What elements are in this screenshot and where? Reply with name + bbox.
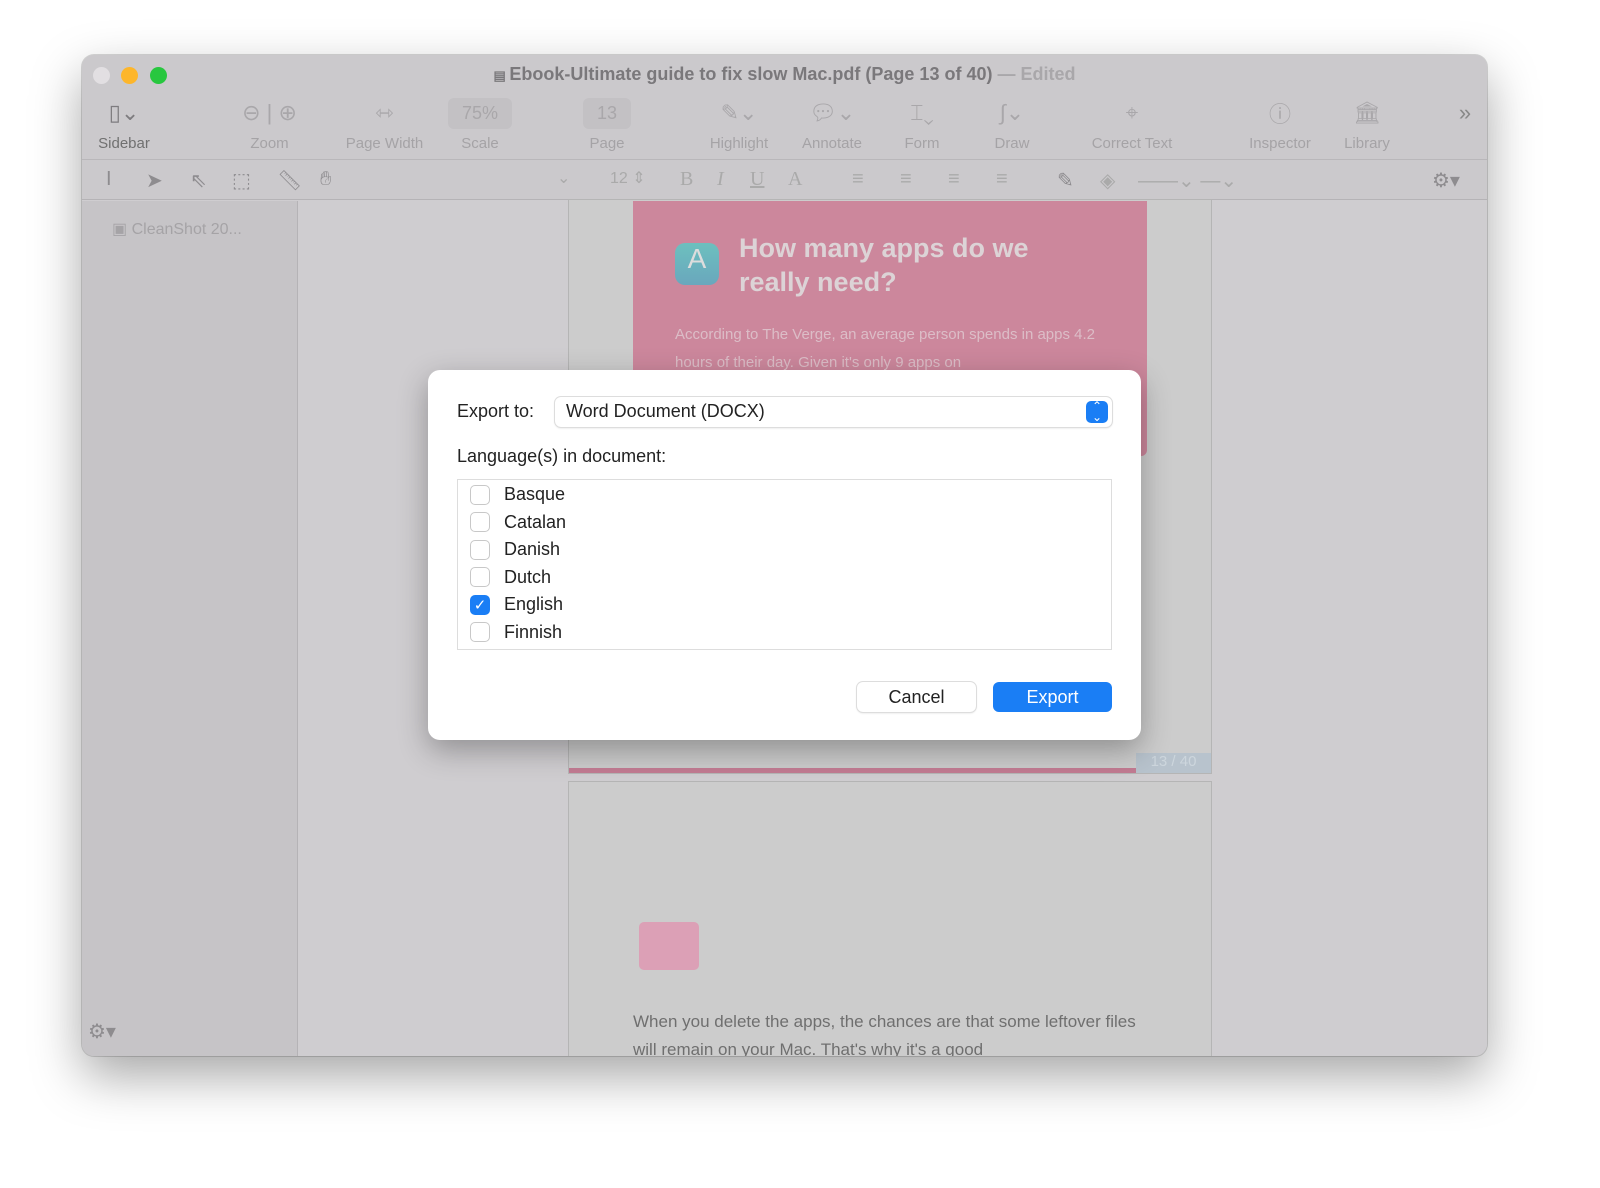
page-width-icon: ⇿ (375, 100, 394, 125)
cleanmymac-icon (639, 922, 699, 970)
chevrons-right-icon: » (1458, 100, 1472, 125)
speech-bubble-icon: 💬︎⌄ (808, 100, 856, 125)
ruler-icon[interactable]: 📏︎ (277, 168, 302, 193)
library-icon: 🏛︎ (1353, 100, 1381, 125)
language-label: English (504, 594, 564, 615)
pdf-page-14: When you delete the apps, the chances ar… (568, 781, 1212, 1056)
export-format-select[interactable]: Word Document (DOCX) ⌃ ⌄ (555, 397, 1112, 427)
language-item[interactable]: Catalan (458, 509, 1111, 537)
fill-icon[interactable]: ◈ (1100, 168, 1115, 193)
marquee-icon[interactable]: ⬚ (232, 168, 251, 193)
more-button[interactable]: » (1450, 95, 1480, 131)
align-right-icon[interactable]: ≡ (948, 168, 960, 191)
language-label: Danish (504, 539, 561, 560)
stepper-chevrons-icon: ⌃ ⌄ (1086, 400, 1108, 423)
language-label: Finnish (504, 621, 563, 642)
language-item[interactable]: Finnish (458, 619, 1111, 647)
export-button[interactable]: Export (993, 682, 1112, 712)
checkbox[interactable] (470, 512, 490, 533)
titlebar: ▤ Ebook-Ultimate guide to fix slow Mac.p… (82, 55, 1487, 160)
sidebar-gear-icon[interactable]: ⚙▾ (88, 1019, 116, 1044)
language-list[interactable]: Basque Catalan Danish Dutch ✓ English Finnish (457, 479, 1112, 650)
bold-button[interactable]: B (680, 168, 693, 191)
arrow-icon[interactable]: ➤ (146, 168, 163, 193)
language-item[interactable]: Danish (458, 536, 1111, 564)
checkbox[interactable] (470, 484, 490, 505)
align-center-icon[interactable]: ≡ (900, 168, 912, 191)
gear-icon[interactable]: ⚙▾ (1432, 168, 1460, 193)
info-icon: ⓘ (1268, 102, 1291, 127)
sidebar-item[interactable]: ▣ CleanShot 20... (112, 219, 242, 239)
scale-field[interactable]: 75% Scale (444, 95, 516, 152)
text-cursor-icon[interactable]: I (106, 168, 112, 191)
language-item[interactable]: Basque (458, 481, 1111, 509)
font-dropdown-chevron-icon[interactable]: ⌄ (557, 168, 570, 188)
inspector-button[interactable]: ⓘ Inspector (1240, 95, 1320, 152)
cancel-button[interactable]: Cancel (857, 682, 976, 712)
app-store-icon: A (675, 243, 719, 285)
hand-icon[interactable]: ✋︎ (320, 168, 331, 191)
language-item[interactable]: Dutch (458, 564, 1111, 592)
checkbox[interactable] (470, 567, 490, 588)
annotate-button[interactable]: 💬︎⌄ Annotate (792, 95, 872, 152)
sidebar-button[interactable]: ▯⌄ Sidebar (94, 95, 154, 152)
window-title: ▤ Ebook-Ultimate guide to fix slow Mac.p… (493, 64, 1076, 84)
image-icon: ▣ (112, 221, 128, 238)
checkbox[interactable] (470, 539, 490, 560)
page-field[interactable]: 13 Page (572, 95, 642, 152)
align-left-icon[interactable]: ≡ (852, 168, 864, 191)
font-size-stepper[interactable]: 12 ⇕ (610, 168, 646, 188)
sidebar: ▣ CleanShot 20... ⚙▾ (82, 201, 298, 1056)
library-button[interactable]: 🏛︎ Library (1332, 95, 1402, 152)
export-dialog: Export to: Word Document (DOCX) ⌃ ⌄ Langu… (428, 370, 1141, 740)
italic-button[interactable]: I (717, 168, 724, 191)
document-icon: ▤ (493, 68, 510, 83)
highlighter-icon: ✎⌄ (720, 100, 758, 125)
zoom-icons: ⊖ | ⊕ (242, 100, 297, 125)
sidebar-icon: ▯⌄ (108, 100, 140, 125)
pointer-icon[interactable]: ⇖ (190, 168, 207, 193)
underline-button[interactable]: U (750, 168, 764, 191)
page-width-button[interactable]: ⇿ Page Width (337, 95, 432, 152)
justify-icon[interactable]: ≡ (996, 168, 1008, 191)
language-label: Dutch (504, 566, 552, 587)
form-button[interactable]: ⌶⌄ Form (892, 95, 952, 152)
correct-text-icon: ⌖ (1125, 100, 1139, 125)
checkbox[interactable] (470, 622, 490, 643)
pencil-icon[interactable]: ✎ (1057, 168, 1074, 193)
highlight-button[interactable]: ✎⌄ Highlight (700, 95, 778, 152)
language-label: Basque (504, 484, 566, 505)
line-style-dropdown[interactable]: ——⌄ —⌄ (1138, 168, 1237, 193)
format-bar: I ➤ ⇖ ⬚ 📏︎ ✋︎ ⌄ 12 ⇕ B I U A ≡ ≡ ≡ ≡ ✎ ◈… (82, 160, 1487, 200)
font-color-button[interactable]: A (788, 168, 802, 191)
language-item[interactable]: ✓ English (458, 591, 1111, 619)
form-icon: ⌶⌄ (910, 100, 934, 125)
page-indicator: 13 / 40 (1136, 753, 1211, 773)
checkbox[interactable]: ✓ (470, 594, 490, 615)
zoom-control[interactable]: ⊖ | ⊕ Zoom (222, 95, 317, 152)
correct-text-button[interactable]: ⌖ Correct Text (1077, 95, 1187, 152)
draw-button[interactable]: ∫⌄ Draw (982, 95, 1042, 152)
language-label: Catalan (504, 511, 567, 532)
draw-icon: ∫⌄ (999, 100, 1025, 125)
